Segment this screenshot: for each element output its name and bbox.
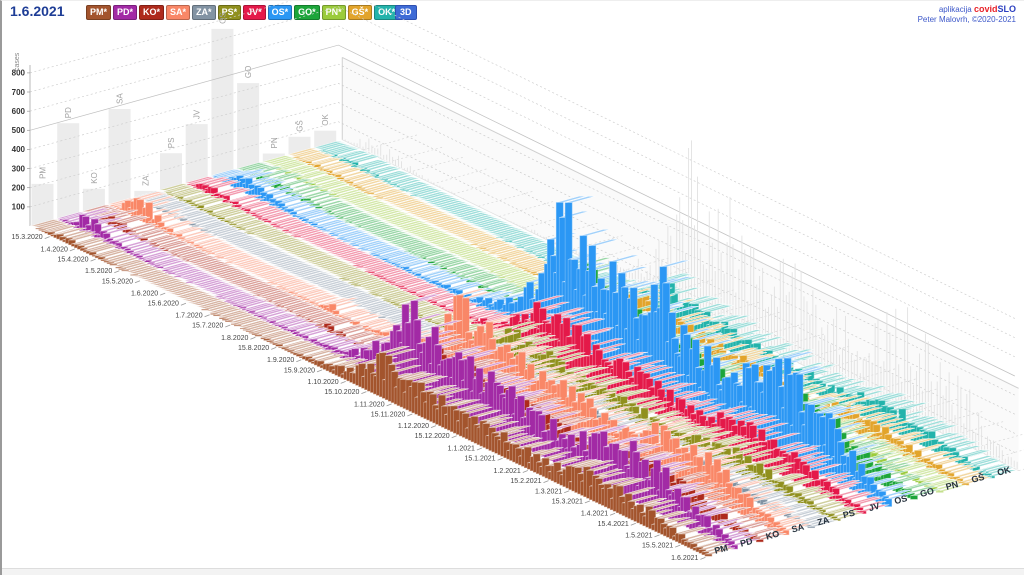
y-tick-label: 200 [12, 184, 26, 193]
ridge-chart-canvas[interactable]: PM PD KO SA ZA PS JV OS GO PN GŠ OK 15.3.2020 1.4.202… [2, 1, 1024, 567]
y-axis-title: cases [14, 52, 21, 71]
covid-slo-app: 1.6.2021 PM*PD*KO*SA*ZA*PS*JV*OS*GO*PN*G… [0, 0, 1024, 575]
date-tick-label: 1.4.2021 [581, 511, 608, 518]
backwall-region-label: JV [193, 109, 202, 119]
y-tick-label: 300 [12, 164, 26, 173]
backwall-region-label: PM [39, 167, 48, 179]
date-tick-label: 15.3.2020 [12, 234, 43, 241]
y-tick-label: 500 [12, 126, 26, 135]
region-axis-label: PN [945, 479, 960, 492]
date-tick-label: 15.1.2021 [464, 456, 495, 463]
backwall-region-label: SA [116, 93, 125, 104]
y-axis-labels: 100200300400500600700800cases [12, 52, 30, 211]
date-tick-label: 1.1.2021 [448, 446, 475, 453]
date-tick-label: 1.3.2021 [535, 488, 562, 495]
date-tick-label: 1.8.2020 [221, 335, 248, 342]
date-tick-label: 15.6.2020 [148, 301, 179, 308]
date-tick-label: 1.7.2020 [175, 312, 202, 319]
date-tick-label: 1.4.2020 [41, 246, 68, 253]
date-tick-label: 15.12.2020 [415, 433, 450, 440]
bottom-strip [2, 568, 1024, 575]
backwall-region-label: GO [244, 66, 253, 78]
date-tick-label: 15.3.2021 [552, 498, 583, 505]
date-tick-label: 1.5.2020 [85, 268, 112, 275]
date-tick-label: 15.9.2020 [284, 367, 315, 374]
date-tick-label: 1.5.2021 [625, 532, 652, 539]
y-tick-label: 400 [12, 145, 26, 154]
date-tick-label: 15.10.2020 [324, 389, 359, 396]
backwall-region-label: OK [321, 113, 330, 125]
chart-svg: PM PD KO SA ZA PS JV OS GO PN GŠ OK 15.3.2020 1.4.202… [2, 1, 1024, 567]
backwall-region-label: KO [90, 172, 99, 184]
backwall-region-label: PD [64, 107, 73, 118]
date-tick-label: 1.2.2021 [494, 468, 521, 475]
date-tick-label: 15.5.2020 [102, 278, 133, 285]
region-axis-label: GO [919, 486, 935, 499]
region-axis-label: PM [713, 543, 729, 556]
y-tick-label: 700 [12, 88, 26, 97]
date-tick-label: 15.7.2020 [192, 323, 223, 330]
y-tick-label: 100 [12, 203, 26, 212]
region-axis-label: KO [765, 528, 781, 541]
date-tick-label: 1.9.2020 [267, 357, 294, 364]
backwall-region-label: PS [167, 138, 176, 149]
date-tick-label: 15.4.2020 [57, 257, 88, 264]
backwall-region-label: OS [218, 12, 227, 24]
backwall-region-label: GŠ [296, 120, 305, 132]
region-axis-label: PS [842, 508, 856, 521]
backwall-region-label: ZA [141, 175, 150, 186]
date-tick-label: 15.5.2021 [642, 543, 673, 550]
date-tick-label: 15.4.2021 [598, 521, 629, 528]
date-tick-label: 15.11.2020 [371, 412, 406, 419]
y-tick-label: 600 [12, 107, 26, 116]
date-tick-label: 1.11.2020 [354, 401, 385, 408]
date-tick-label: 15.8.2020 [238, 345, 269, 352]
region-axis-label: OS [893, 493, 908, 506]
date-tick-label: 15.2.2021 [510, 478, 541, 485]
date-tick-label: 1.10.2020 [308, 379, 339, 386]
date-tick-label: 1.12.2020 [398, 423, 429, 430]
date-tick-label: 1.6.2020 [131, 291, 158, 298]
date-tick-label: 1.6.2021 [671, 555, 698, 562]
